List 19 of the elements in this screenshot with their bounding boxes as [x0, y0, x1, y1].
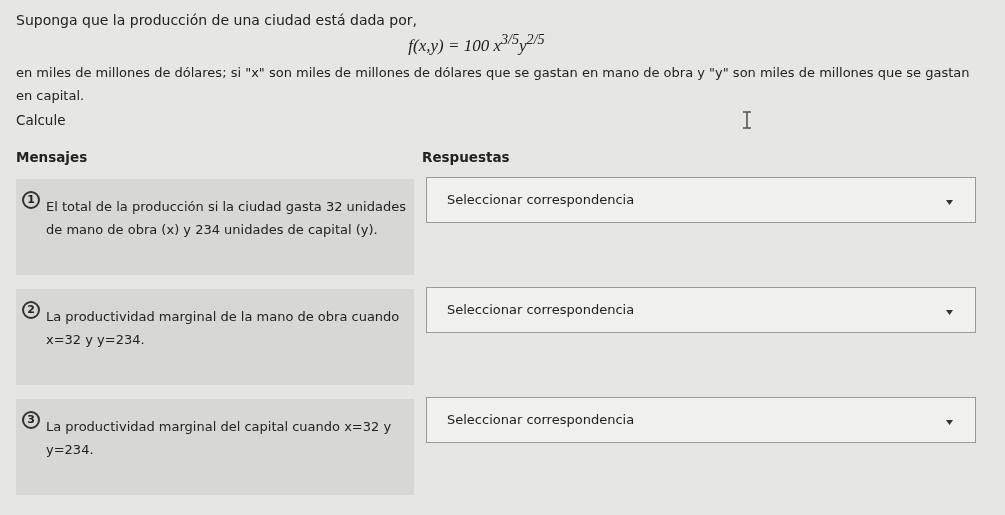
caret-icon — [946, 310, 953, 316]
number-badge: 1 — [22, 190, 40, 209]
text-cursor-icon — [742, 110, 752, 129]
caret-icon — [946, 420, 953, 426]
message-text: El total de la producción si la ciudad gasta 32 unidades de mano de obra (x) y 234 unidades de capital (y). — [46, 197, 407, 239]
answer-dropdown[interactable]: Seleccionar correspondencia — [426, 286, 976, 333]
number-badge: 2 — [22, 300, 40, 319]
messages-header: Mensajes — [16, 148, 89, 165]
answer-dropdown[interactable]: Seleccionar correspondencia — [426, 396, 976, 443]
instruction-label: Calcule — [16, 111, 66, 128]
message-text: La productividad marginal de la mano de obra cuando x=32 y y=234. — [46, 307, 401, 349]
problem-description: en miles de millones de dólares; si "x" son miles de millones de dólares que se gastan en mano de obra y "y" son miles de millones que se gastan en capital. — [16, 63, 971, 105]
answer-dropdown[interactable]: Seleccionar correspondencia — [426, 176, 976, 223]
answers-header: Respuestas — [422, 148, 510, 165]
caret-icon — [946, 200, 953, 206]
formula: f(x,y) = 100 x$^{3/5}$y$^{2/5}$ — [408, 31, 545, 56]
number-badge: 3 — [22, 410, 40, 429]
message-text: La productividad marginal del capital cuando x=32 y y=234. — [46, 417, 393, 459]
problem-intro: Suponga que la producción de una ciudad está dada por, — [16, 12, 419, 28]
